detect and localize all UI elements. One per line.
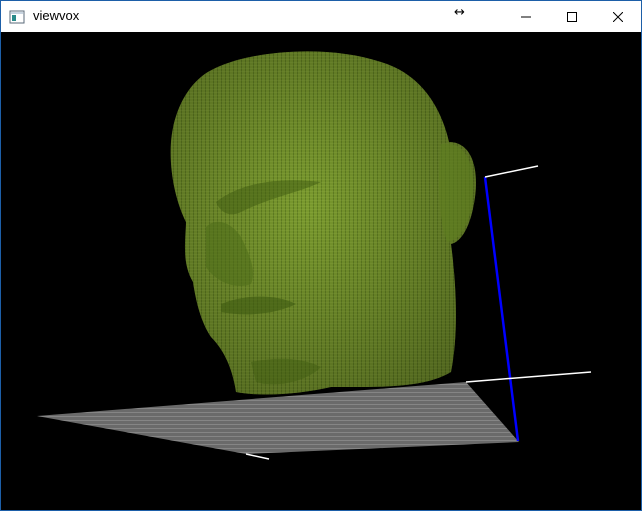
minimize-icon <box>521 16 531 17</box>
title-bar[interactable]: viewvox ↔ <box>1 1 641 32</box>
maximize-button[interactable] <box>549 1 595 32</box>
window-title: viewvox <box>33 8 80 23</box>
minimize-button[interactable] <box>503 1 549 32</box>
voxel-scene <box>37 51 592 460</box>
close-icon <box>613 11 623 22</box>
3d-viewport[interactable] <box>1 32 641 510</box>
maximize-icon <box>567 11 577 22</box>
z-axis <box>483 176 520 442</box>
app-window: viewvox ↔ <box>0 0 642 511</box>
top-axis-line <box>484 165 539 178</box>
voxel-head-model <box>170 51 476 395</box>
x-axis-line <box>465 371 592 383</box>
floor-axis-tick <box>245 453 270 460</box>
resize-cursor-icon: ↔ <box>454 5 465 20</box>
app-icon <box>9 9 25 25</box>
close-button[interactable] <box>595 1 641 32</box>
